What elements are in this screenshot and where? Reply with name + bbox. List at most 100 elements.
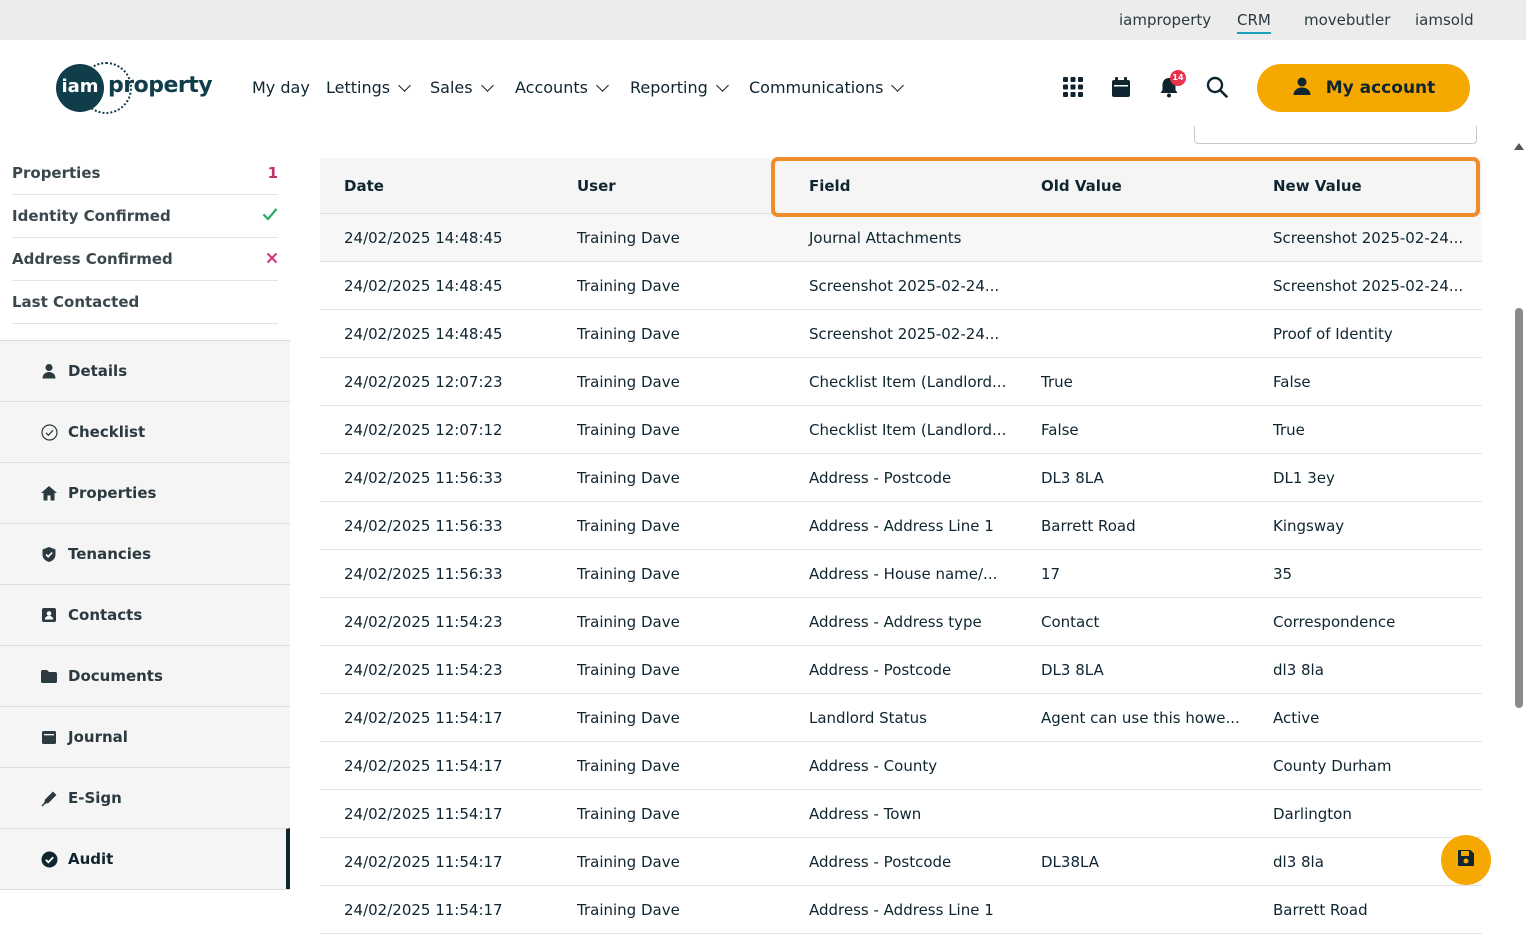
chevron-down-icon	[891, 78, 905, 92]
table-row[interactable]: 24/02/2025 11:54:23 Training Dave Address …	[320, 598, 1482, 646]
my-account-label: My account	[1325, 78, 1436, 98]
table-row[interactable]: 24/02/2025 14:48:45 Training Dave Journal …	[320, 214, 1482, 262]
table-row[interactable]: 24/02/2025 14:48:45 Training Dave Screensh…	[320, 262, 1482, 310]
cell-field: Address - Address Line 1	[809, 901, 994, 919]
nav-lettings[interactable]: Lettings	[326, 78, 411, 97]
cell-field: Address - Address type	[809, 613, 982, 631]
meta-address-confirmed: Address Confirmed	[12, 238, 278, 281]
nav-sales[interactable]: Sales	[430, 78, 494, 97]
sidebar-item-details[interactable]: Details	[0, 340, 290, 401]
sidebar-divider	[0, 889, 290, 890]
sidebar-item-documents[interactable]: Documents	[0, 645, 290, 706]
sidebar-item-label: Documents	[68, 667, 163, 685]
cell-new-value: dl3 8la	[1273, 853, 1324, 871]
table-row[interactable]: 24/02/2025 11:54:17 Training Dave Address …	[320, 742, 1482, 790]
sidebar-item-tenancies[interactable]: Tenancies	[0, 523, 290, 584]
sidebar-item-e-sign[interactable]: E-Sign	[0, 767, 290, 828]
cell-user: Training Dave	[577, 613, 680, 631]
table-row[interactable]: 24/02/2025 11:54:17 Training Dave Landlord…	[320, 694, 1482, 742]
nav-accounts[interactable]: Accounts	[515, 78, 609, 97]
table-row[interactable]: 24/02/2025 11:56:33 Training Dave Address …	[320, 502, 1482, 550]
cell-field: Checklist Item (Landlord...	[809, 421, 1007, 439]
scrollbar-thumb[interactable]	[1515, 308, 1523, 708]
cell-new-value: Barrett Road	[1273, 901, 1368, 919]
cell-user: Training Dave	[577, 661, 680, 679]
site-link-iamsold[interactable]: iamsold	[1415, 11, 1474, 29]
table-row[interactable]: 24/02/2025 11:54:23 Training Dave Address …	[320, 646, 1482, 694]
cell-date: 24/02/2025 11:56:33	[344, 565, 503, 583]
contact-sidebar: Properties 1 Identity Confirmed Address …	[0, 136, 290, 920]
nav-label: Lettings	[326, 78, 391, 97]
search-icon[interactable]	[1206, 76, 1230, 100]
table-row[interactable]: 24/02/2025 12:07:12 Training Dave Checklis…	[320, 406, 1482, 454]
cell-new-value: Correspondence	[1273, 613, 1396, 631]
save-button[interactable]	[1441, 835, 1491, 885]
apps-grid-icon[interactable]	[1062, 76, 1086, 100]
cell-user: Training Dave	[577, 757, 680, 775]
cell-field: Address - Address Line 1	[809, 517, 994, 535]
table-row[interactable]: 24/02/2025 11:56:33 Training Dave Address …	[320, 454, 1482, 502]
journal-icon	[40, 728, 58, 746]
cell-old-value: DL3 8LA	[1041, 661, 1104, 679]
site-switcher-bar: iamproperty CRM movebutler iamsold	[0, 0, 1526, 40]
table-row[interactable]: 24/02/2025 12:07:23 Training Dave Checklis…	[320, 358, 1482, 406]
cell-field: Address - County	[809, 757, 938, 775]
notification-count-badge: 14	[1170, 70, 1186, 86]
nav-my-day[interactable]: My day	[252, 78, 310, 97]
table-row[interactable]: 24/02/2025 14:48:45 Training Dave Screensh…	[320, 310, 1482, 358]
sidebar-item-checklist[interactable]: Checklist	[0, 401, 290, 462]
site-link-crm[interactable]: CRM	[1237, 11, 1271, 34]
contact-card-icon	[40, 606, 58, 624]
sidebar-item-label: Journal	[68, 728, 128, 746]
filter-input[interactable]	[1194, 126, 1477, 144]
nav-reporting[interactable]: Reporting	[630, 78, 729, 97]
cell-user: Training Dave	[577, 853, 680, 871]
cell-user: Training Dave	[577, 517, 680, 535]
table-row[interactable]: 24/02/2025 11:56:33 Training Dave Address …	[320, 550, 1482, 598]
calendar-icon[interactable]	[1110, 76, 1134, 100]
cell-user: Training Dave	[577, 229, 680, 247]
column-header-date[interactable]: Date	[344, 177, 384, 195]
scroll-up-arrow-icon[interactable]	[1514, 143, 1524, 150]
main-header: iam property My day Lettings Sales Accou…	[0, 40, 1526, 136]
person-icon	[40, 362, 58, 380]
column-header-user[interactable]: User	[577, 177, 616, 195]
sidebar-item-contacts[interactable]: Contacts	[0, 584, 290, 645]
cell-user: Training Dave	[577, 421, 680, 439]
sidebar-item-properties[interactable]: Properties	[0, 462, 290, 523]
cell-user: Training Dave	[577, 709, 680, 727]
sidebar-item-journal[interactable]: Journal	[0, 706, 290, 767]
table-row[interactable]: 24/02/2025 11:54:17 Training Dave Address …	[320, 886, 1482, 934]
sidebar-item-audit[interactable]: Audit	[0, 828, 290, 889]
sidebar-item-label: Checklist	[68, 423, 146, 441]
logo-word: property	[108, 73, 213, 98]
cell-field: Journal Attachments	[809, 229, 962, 247]
table-row[interactable]: 24/02/2025 11:54:17 Training Dave Address …	[320, 838, 1482, 886]
cell-date: 24/02/2025 11:56:33	[344, 517, 503, 535]
nav-label: Communications	[749, 78, 884, 97]
sidebar-item-label: Properties	[68, 484, 157, 502]
meta-label: Last Contacted	[12, 293, 140, 311]
nav-communications[interactable]: Communications	[749, 78, 905, 97]
meta-label: Address Confirmed	[12, 250, 173, 268]
cell-new-value: Screenshot 2025-02-24...	[1273, 277, 1464, 295]
nav-label: Sales	[430, 78, 473, 97]
my-account-button[interactable]: My account	[1257, 64, 1470, 112]
chevron-down-icon	[398, 78, 411, 92]
cell-date: 24/02/2025 14:48:45	[344, 277, 503, 295]
check-circle-outline-icon	[40, 423, 58, 441]
cell-old-value: Contact	[1041, 613, 1100, 631]
sidebar-item-label: Contacts	[68, 606, 143, 624]
person-icon	[1292, 76, 1312, 101]
cell-date: 24/02/2025 11:54:23	[344, 661, 503, 679]
sidebar-item-label: Details	[68, 362, 128, 380]
table-row[interactable]: 24/02/2025 11:54:17 Training Dave Address …	[320, 790, 1482, 838]
cell-old-value: DL3 8LA	[1041, 469, 1104, 487]
site-link-iamproperty[interactable]: iamproperty	[1119, 11, 1211, 29]
cell-user: Training Dave	[577, 277, 680, 295]
nav-label: My day	[252, 78, 310, 97]
meta-label: Identity Confirmed	[12, 207, 171, 225]
cell-user: Training Dave	[577, 805, 680, 823]
cross-icon	[266, 250, 278, 268]
site-link-movebutler[interactable]: movebutler	[1304, 11, 1390, 29]
